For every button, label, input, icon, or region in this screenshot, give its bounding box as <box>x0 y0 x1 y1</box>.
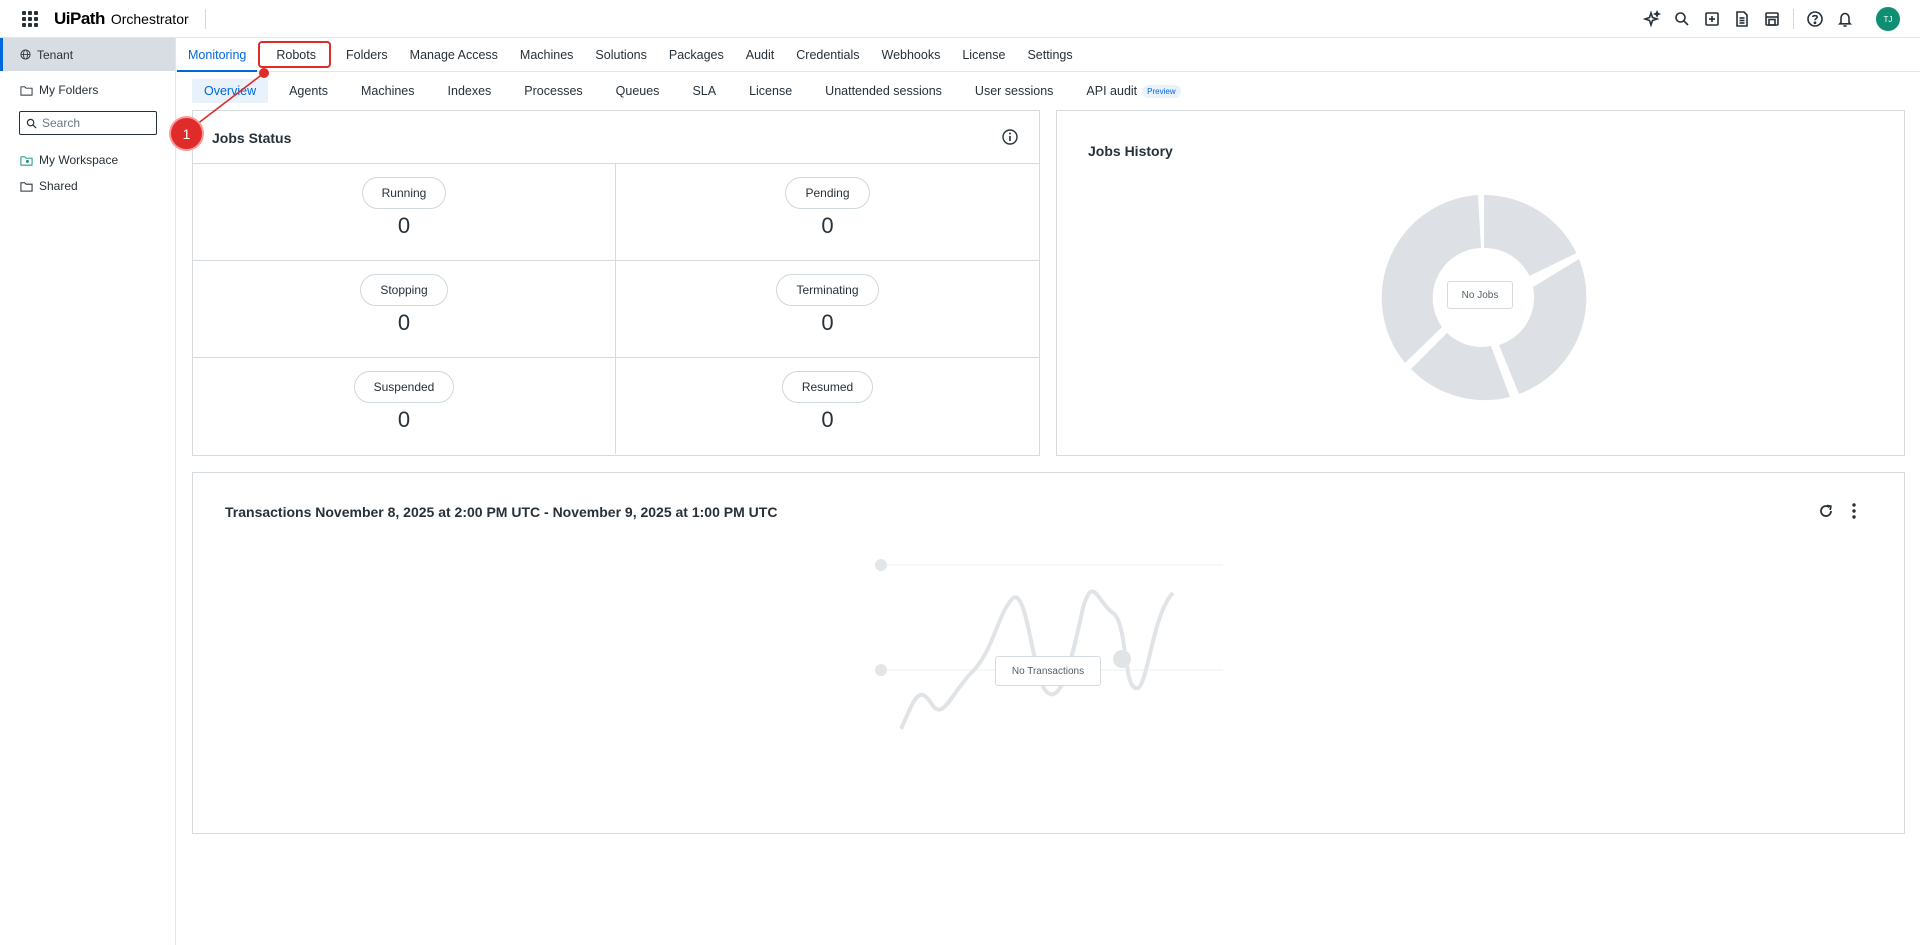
status-pill[interactable]: Suspended <box>353 371 455 403</box>
tab-folders[interactable]: Folders <box>335 38 399 71</box>
subtab-user-sessions[interactable]: User sessions <box>963 79 1066 103</box>
status-cell-running: Running 0 <box>193 163 616 260</box>
divider <box>204 8 206 29</box>
tab-solutions[interactable]: Solutions <box>584 38 657 71</box>
main-tabs: Monitoring Robots Folders Manage Access … <box>177 38 1920 72</box>
tab-audit[interactable]: Audit <box>735 38 786 71</box>
placeholder-axis-dot <box>875 664 887 676</box>
tab-manage-access[interactable]: Manage Access <box>399 38 509 71</box>
transactions-panel: Transactions November 8, 2025 at 2:00 PM… <box>192 472 1905 834</box>
sidebar-item-label: Shared <box>39 179 78 193</box>
top-bar: UiPath Orchestrator TJ <box>0 0 1920 38</box>
document-icon[interactable] <box>1727 4 1757 34</box>
folder-search <box>19 111 157 135</box>
app-launcher-icon[interactable] <box>20 9 40 29</box>
status-count: 0 <box>821 310 834 335</box>
sidebar-item-label: Tenant <box>37 47 74 62</box>
search-icon[interactable] <box>1667 4 1697 34</box>
annotation-step-badge: 1 <box>171 118 202 149</box>
folder-search-input[interactable] <box>42 116 142 130</box>
placeholder-axis-dot <box>875 559 887 571</box>
transactions-title: Transactions November 8, 2025 at 2:00 PM… <box>225 504 778 520</box>
folder-icon <box>20 85 33 96</box>
preview-badge: Preview <box>1142 84 1181 98</box>
status-cell-pending: Pending 0 <box>616 163 1039 260</box>
no-transactions-label: No Transactions <box>995 656 1101 686</box>
jobs-history-panel: Jobs History No Jobs <box>1056 110 1905 456</box>
sidebar-item-shared[interactable]: Shared <box>0 178 78 194</box>
search-icon <box>26 118 37 129</box>
sidebar-item-my-workspace[interactable]: My Workspace <box>0 152 118 168</box>
sidebar: Tenant My Folders My Workspace Shared <box>0 38 176 945</box>
subtab-machines[interactable]: Machines <box>349 79 427 103</box>
status-pill[interactable]: Terminating <box>776 274 879 306</box>
status-pill[interactable]: Resumed <box>781 371 874 403</box>
status-count: 0 <box>397 213 411 238</box>
product-name: Orchestrator <box>110 10 189 27</box>
subtab-sla[interactable]: SLA <box>680 79 728 103</box>
annotation-highlight-box <box>258 41 331 68</box>
subtab-queues[interactable]: Queues <box>604 79 672 103</box>
status-cell-terminating: Terminating 0 <box>616 260 1039 357</box>
tab-license[interactable]: License <box>951 38 1016 71</box>
status-count: 0 <box>397 310 411 335</box>
help-icon[interactable] <box>1800 4 1830 34</box>
subtab-license[interactable]: License <box>737 79 804 103</box>
tab-credentials[interactable]: Credentials <box>785 38 870 71</box>
more-options-icon[interactable] <box>1844 501 1864 521</box>
status-count: 0 <box>821 407 834 432</box>
jobs-status-grid: Running 0 Pending 0 Stopping 0 Terminati… <box>193 163 1039 454</box>
sidebar-item-label: My Folders <box>39 83 99 97</box>
refresh-icon[interactable] <box>1816 501 1836 521</box>
tab-monitoring[interactable]: Monitoring <box>177 38 258 72</box>
jobs-history-title: Jobs History <box>1088 143 1173 159</box>
transactions-chart-placeholder <box>875 559 1223 730</box>
sidebar-item-tenant[interactable]: Tenant <box>0 38 175 71</box>
info-icon[interactable] <box>1001 128 1019 146</box>
status-pill[interactable]: Pending <box>785 177 870 209</box>
jobs-status-panel: Jobs Status Running 0 Pending 0 Stopping… <box>192 110 1040 456</box>
status-count: 0 <box>821 213 834 238</box>
subtab-label: API audit <box>1086 84 1138 98</box>
donut-segment <box>1411 333 1510 401</box>
subtab-api-audit[interactable]: API audit Preview <box>1074 79 1192 103</box>
placeholder-point <box>1113 650 1131 668</box>
store-icon[interactable] <box>1757 4 1787 34</box>
subtab-indexes[interactable]: Indexes <box>436 79 504 103</box>
status-cell-stopping: Stopping 0 <box>193 260 616 357</box>
sidebar-item-my-folders[interactable]: My Folders <box>0 82 98 98</box>
add-icon[interactable] <box>1697 4 1727 34</box>
tab-settings[interactable]: Settings <box>1016 38 1083 71</box>
sidebar-item-label: My Workspace <box>39 153 119 167</box>
sub-tabs: Overview Agents Machines Indexes Process… <box>192 79 1202 103</box>
divider <box>1793 9 1794 29</box>
tab-machines[interactable]: Machines <box>509 38 585 71</box>
no-jobs-label: No Jobs <box>1447 281 1513 309</box>
uipath-logo[interactable]: UiPath <box>54 9 105 29</box>
status-cell-suspended: Suspended 0 <box>193 357 616 454</box>
user-avatar[interactable]: TJ <box>1876 7 1900 31</box>
status-cell-resumed: Resumed 0 <box>616 357 1039 454</box>
tab-packages[interactable]: Packages <box>658 38 735 71</box>
header-actions: TJ <box>1637 0 1900 38</box>
subtab-agents[interactable]: Agents <box>277 79 340 103</box>
workspace-icon <box>20 155 33 166</box>
bell-icon[interactable] <box>1830 4 1860 34</box>
tab-webhooks[interactable]: Webhooks <box>871 38 952 71</box>
status-count: 0 <box>397 407 411 432</box>
subtab-processes[interactable]: Processes <box>512 79 594 103</box>
globe-icon <box>20 49 31 60</box>
annotation-anchor-dot <box>259 68 269 78</box>
autopilot-icon[interactable] <box>1637 4 1667 34</box>
subtab-unattended-sessions[interactable]: Unattended sessions <box>813 79 954 103</box>
status-pill[interactable]: Running <box>361 177 447 209</box>
folder-icon <box>20 181 33 192</box>
status-pill[interactable]: Stopping <box>360 274 448 306</box>
